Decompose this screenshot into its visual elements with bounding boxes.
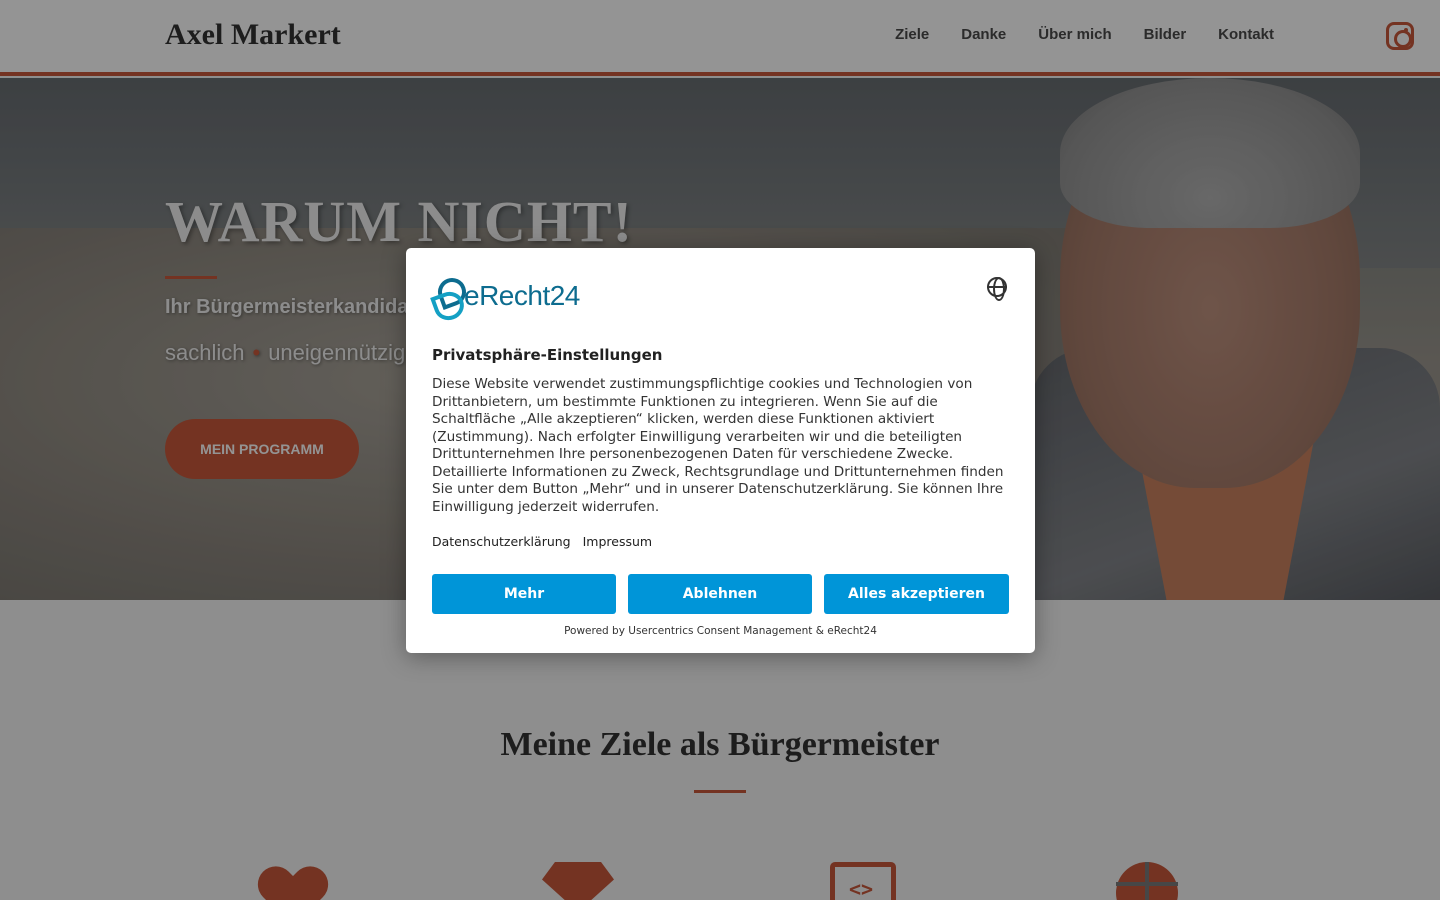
consent-text: Diese Website verwendet zustimmungspflic…	[432, 376, 1004, 515]
erecht24-logo: eRecht24	[432, 274, 602, 314]
more-button[interactable]: Mehr	[432, 574, 616, 614]
privacy-policy-link[interactable]: Datenschutzerklärung	[432, 534, 571, 549]
accept-all-button[interactable]: Alles akzeptieren	[824, 574, 1009, 614]
erecht24-logo-mark	[432, 274, 466, 314]
imprint-link[interactable]: Impressum	[583, 534, 652, 549]
consent-dialog: eRecht24 Privatsphäre-Einstellungen Dies…	[406, 248, 1035, 653]
deny-button[interactable]: Ablehnen	[628, 574, 812, 614]
language-globe-icon[interactable]	[987, 277, 1007, 301]
consent-title: Privatsphäre-Einstellungen	[432, 346, 663, 364]
powered-by-text: Powered by Usercentrics Consent Manageme…	[564, 625, 877, 637]
erecht24-logo-text: eRecht24	[464, 280, 580, 311]
consent-links: Datenschutzerklärung Impressum	[432, 534, 652, 549]
